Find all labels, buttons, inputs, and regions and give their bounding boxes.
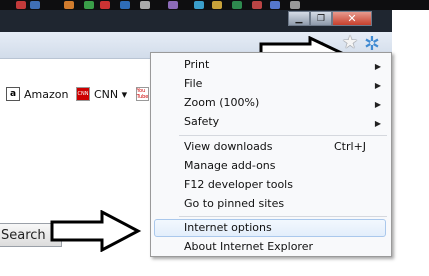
taskbar-app-icon[interactable] xyxy=(212,1,222,9)
maximize-button[interactable]: ❐ xyxy=(310,11,332,26)
menu-item-zoom[interactable]: Zoom (100%) xyxy=(184,94,259,112)
menu-item-label: View downloads xyxy=(184,140,273,153)
favorite-label: Amazon xyxy=(24,87,69,101)
favorite-amazon[interactable]: a Amazon xyxy=(6,87,68,101)
taskbar-app-icon[interactable] xyxy=(120,1,130,9)
menu-item-file[interactable]: File xyxy=(184,75,202,93)
maximize-icon: ❐ xyxy=(316,13,326,24)
menu-item-manage-addons[interactable]: Manage add-ons xyxy=(184,157,276,175)
favorite-cnn[interactable]: CNN CNN ▾ xyxy=(76,87,127,101)
taskbar-app-icon[interactable] xyxy=(30,1,40,9)
minimize-button[interactable]: ▁ xyxy=(288,11,310,26)
taskbar-app-icon[interactable] xyxy=(252,1,262,9)
taskbar xyxy=(0,0,429,10)
minimize-icon: ▁ xyxy=(295,13,303,24)
menu-item-label: About Internet Explorer xyxy=(184,240,313,253)
menu-item-internet-options[interactable]: Internet options xyxy=(184,219,272,237)
submenu-arrow-icon: ▶ xyxy=(374,100,381,109)
menu-item-label: Print xyxy=(184,58,210,71)
menu-item-label: Internet options xyxy=(184,221,272,234)
menu-item-label: File xyxy=(184,77,203,90)
submenu-arrow-icon: ▶ xyxy=(374,119,381,128)
favorite-label: CNN ▾ xyxy=(94,87,128,101)
close-button[interactable]: ✕ xyxy=(332,11,372,26)
menu-item-label: Go to pinned sites xyxy=(184,197,285,210)
taskbar-app-icon[interactable] xyxy=(84,1,94,9)
menu-item-about[interactable]: About Internet Explorer xyxy=(184,238,313,256)
taskbar-app-icon[interactable] xyxy=(16,1,26,9)
taskbar-app-icon[interactable] xyxy=(140,1,150,9)
menu-item-safety[interactable]: Safety xyxy=(184,113,219,131)
taskbar-app-icon[interactable] xyxy=(232,1,242,9)
menu-item-developer-tools[interactable]: F12 developer tools xyxy=(184,176,293,194)
cnn-icon: CNN xyxy=(76,87,90,101)
amazon-icon: a xyxy=(6,87,20,101)
taskbar-app-icon[interactable] xyxy=(194,1,204,9)
right-arrow-annotation xyxy=(50,210,142,252)
close-icon: ✕ xyxy=(347,12,357,25)
submenu-arrow-icon: ▶ xyxy=(374,62,381,71)
window-controls: ▁ ❐ ✕ xyxy=(288,11,372,27)
menu-separator xyxy=(179,135,387,136)
menu-item-view-downloads[interactable]: View downloads xyxy=(184,138,273,156)
youtube-icon: You Tube xyxy=(136,87,149,101)
menu-separator xyxy=(179,216,387,217)
taskbar-app-icon[interactable] xyxy=(168,1,178,9)
menu-item-label: Safety xyxy=(184,115,220,128)
menu-item-label: Zoom (100%) xyxy=(184,96,260,109)
menu-item-shortcut: Ctrl+J xyxy=(334,140,367,153)
taskbar-app-icon[interactable] xyxy=(64,1,74,9)
tools-menu: Print ▶ File ▶ Zoom (100%) ▶ Safety ▶ Vi… xyxy=(150,52,392,257)
menu-item-label: Manage add-ons xyxy=(184,159,276,172)
taskbar-app-icon[interactable] xyxy=(290,1,300,9)
taskbar-app-icon[interactable] xyxy=(270,1,280,9)
taskbar-app-icon[interactable] xyxy=(100,1,110,9)
menu-item-pinned-sites[interactable]: Go to pinned sites xyxy=(184,195,284,213)
menu-item-label: F12 developer tools xyxy=(184,178,293,191)
desktop-background xyxy=(392,10,429,276)
submenu-arrow-icon: ▶ xyxy=(374,81,381,90)
menu-item-print[interactable]: Print xyxy=(184,56,209,74)
